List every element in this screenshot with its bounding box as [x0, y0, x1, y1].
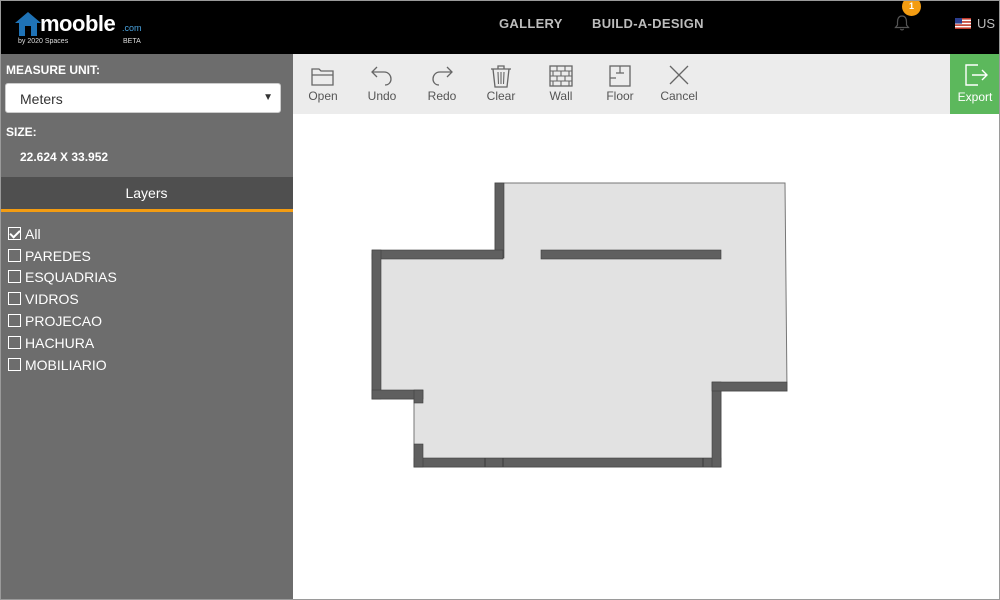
redo-icon: [432, 66, 453, 86]
caret-down-icon: ▼: [263, 92, 273, 103]
us-flag-icon[interactable]: [955, 18, 971, 29]
layer-label: VIDROS: [25, 291, 79, 307]
logo-tagline: by 2020 Spaces: [18, 38, 69, 45]
wall-label: Wall: [549, 89, 573, 103]
layers-title: Layers: [125, 185, 168, 201]
floor-plan-drawing: [371, 182, 788, 468]
redo-label: Redo: [427, 89, 457, 103]
wall-segment: [371, 249, 382, 400]
notification-badge[interactable]: 1: [902, 0, 921, 16]
house-icon: [15, 12, 41, 36]
toolbar: Open Undo Redo Clear Wall Floor Cancel E…: [293, 54, 1000, 114]
wall-segment: [413, 457, 722, 468]
nav-build-a-design[interactable]: BUILD-A-DESIGN: [592, 16, 704, 31]
export-button[interactable]: Export: [950, 54, 1000, 114]
clear-label: Clear: [486, 89, 516, 103]
wall-button[interactable]: Wall: [531, 54, 591, 114]
floor-button[interactable]: Floor: [590, 54, 650, 114]
floor-label: Floor: [606, 89, 634, 103]
measure-unit-select[interactable]: Meters ▼: [5, 83, 281, 113]
cancel-button[interactable]: Cancel: [649, 54, 709, 114]
cancel-label: Cancel: [660, 89, 698, 103]
layer-checkbox[interactable]: [8, 358, 21, 371]
bell-icon[interactable]: [893, 14, 911, 32]
folder-open-icon: [311, 68, 334, 86]
floor-area: [371, 182, 788, 468]
measure-unit-value: Meters: [20, 91, 63, 107]
nav-gallery[interactable]: GALLERY: [499, 16, 563, 31]
size-label: SIZE:: [6, 125, 37, 139]
wall-segment: [540, 249, 722, 260]
size-value: 22.624 X 33.952: [20, 150, 109, 164]
undo-label: Undo: [367, 89, 397, 103]
logo-domain: .com: [122, 23, 142, 33]
layer-label: HACHURA: [25, 335, 95, 351]
trash-icon: [491, 65, 511, 88]
open-button[interactable]: Open: [293, 54, 353, 114]
close-icon: [669, 65, 689, 85]
floor-plan-canvas[interactable]: [293, 114, 1000, 600]
export-label: Export: [957, 90, 993, 104]
layer-label: All: [25, 226, 41, 242]
layer-label: PAREDES: [25, 248, 91, 264]
wall-segment: [494, 182, 505, 259]
layer-label: PROJECAO: [25, 313, 103, 329]
logo-beta: BETA: [123, 38, 141, 45]
layer-checkbox[interactable]: [8, 227, 21, 240]
mooble-logo[interactable]: mooble .com by 2020 Spaces BETA: [14, 9, 144, 49]
layer-checkbox[interactable]: [8, 270, 21, 283]
layer-checkbox[interactable]: [8, 249, 21, 262]
logo-wordmark: mooble: [40, 11, 116, 36]
wall-segment: [711, 381, 788, 392]
layer-checkbox[interactable]: [8, 336, 21, 349]
wall-segment: [711, 381, 722, 468]
redo-button[interactable]: Redo: [412, 54, 472, 114]
undo-icon: [371, 66, 392, 86]
wall-segment: [413, 443, 424, 468]
measure-unit-label: MEASURE UNIT:: [6, 63, 101, 77]
undo-button[interactable]: Undo: [352, 54, 412, 114]
wall-segment: [371, 249, 504, 260]
top-bar: mooble .com by 2020 Spaces BETA GALLERY …: [0, 0, 1000, 54]
open-label: Open: [308, 89, 338, 103]
layers-header[interactable]: Layers: [0, 177, 293, 212]
export-icon: [965, 64, 988, 86]
clear-button[interactable]: Clear: [471, 54, 531, 114]
layer-checkbox[interactable]: [8, 314, 21, 327]
locale-label[interactable]: US: [977, 16, 995, 31]
layer-label: MOBILIARIO: [25, 357, 107, 373]
brick-wall-icon: [549, 65, 573, 87]
layer-label: ESQUADRIAS: [25, 269, 117, 285]
layer-checkbox[interactable]: [8, 292, 21, 305]
floor-plan-icon: [609, 65, 631, 87]
wall-segment: [413, 389, 424, 404]
sidebar: MEASURE UNIT: Meters ▼ SIZE: 22.624 X 33…: [0, 54, 293, 600]
